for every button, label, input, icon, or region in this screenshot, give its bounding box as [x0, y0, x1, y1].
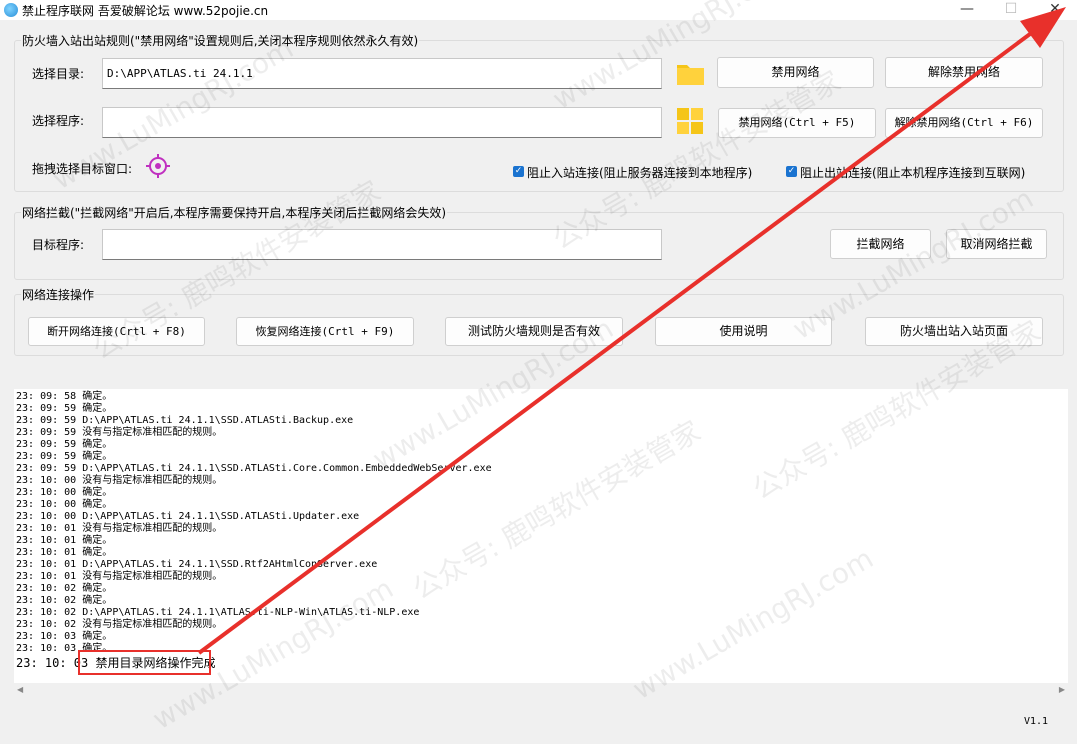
annotation-arrow [197, 7, 1066, 655]
